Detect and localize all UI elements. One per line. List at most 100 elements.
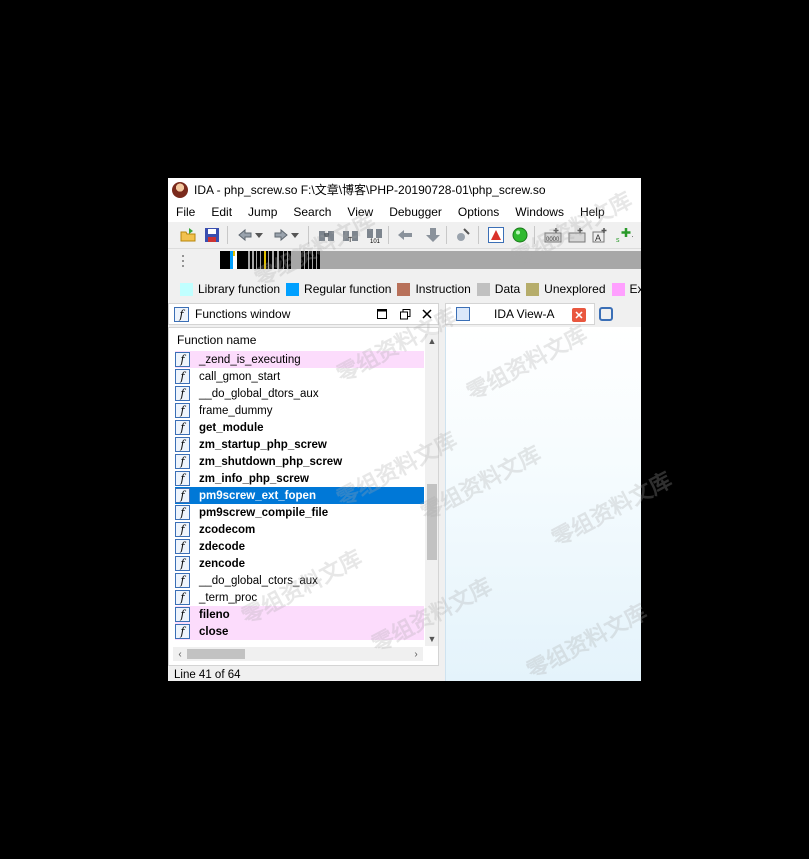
function-icon: f (175, 454, 190, 469)
window-title: IDA - php_screw.so F:\文章\博客\PHP-20190728… (194, 183, 546, 197)
function-icon: f (175, 573, 190, 588)
function-icon: f (175, 488, 190, 503)
list-item[interactable]: f get_module (175, 419, 424, 436)
run-icon[interactable] (511, 226, 529, 244)
horizontal-scrollbar[interactable]: ‹ › (173, 647, 423, 661)
open-icon[interactable] (179, 226, 197, 244)
hex-view-tab-icon[interactable] (599, 307, 613, 321)
functions-window-header[interactable]: f Functions window (168, 303, 439, 325)
add-code-icon[interactable]: 0000 (544, 226, 562, 244)
list-item[interactable]: f fileno (175, 606, 424, 623)
function-icon: f (175, 624, 190, 639)
maximize-icon[interactable] (375, 307, 389, 321)
list-item[interactable]: f call_gmon_start (175, 368, 424, 385)
scroll-down-icon[interactable]: ▼ (425, 632, 438, 646)
svg-text:0000: 0000 (546, 237, 560, 243)
menu-jump[interactable]: Jump (240, 205, 285, 219)
function-name: zm_info_php_screw (199, 472, 309, 485)
warning-icon[interactable] (487, 226, 505, 244)
add-struct-icon[interactable]: s (615, 226, 633, 244)
function-icon: f (175, 420, 190, 435)
close-icon[interactable] (420, 307, 434, 321)
jump-icon[interactable] (396, 226, 414, 244)
functions-window-title: Functions window (195, 307, 291, 321)
list-item[interactable]: f zm_info_php_screw (175, 470, 424, 487)
function-icon: f (175, 556, 190, 571)
menu-windows[interactable]: Windows (507, 205, 572, 219)
scroll-right-icon[interactable]: › (409, 647, 423, 661)
function-name: zencode (199, 557, 246, 570)
legend-instruction: Instruction (397, 282, 471, 296)
menu-help[interactable]: Help (572, 205, 613, 219)
back-dropdown-icon[interactable] (254, 226, 264, 244)
function-icon: f (175, 437, 190, 452)
close-tab-icon[interactable]: ✕ (572, 308, 586, 322)
binoculars-hex-icon[interactable]: 101 (366, 226, 384, 244)
list-item[interactable]: f pm9screw_compile_file (175, 504, 424, 521)
status-line: Line 41 of 64 (174, 669, 241, 681)
list-item[interactable]: f zencode (175, 555, 424, 572)
list-item[interactable]: f pm9screw_ext_fopen (175, 487, 424, 504)
function-name: call_gmon_start (199, 370, 281, 383)
debug-icon[interactable] (454, 226, 472, 244)
menu-file[interactable]: File (168, 205, 203, 219)
legend-regular-function: Regular function (286, 282, 391, 296)
function-name: __do_global_dtors_aux (199, 387, 319, 400)
menu-debugger[interactable]: Debugger (381, 205, 450, 219)
legend-data: Data (476, 282, 520, 296)
function-name: zm_startup_php_screw (199, 438, 327, 451)
add-data-icon[interactable] (568, 226, 586, 244)
list-item[interactable]: f _zend_is_executing (175, 351, 424, 368)
legend-unexplored: Unexplored (526, 282, 606, 296)
binoculars-icon[interactable] (318, 226, 336, 244)
list-item[interactable]: f _term_proc (175, 589, 424, 606)
function-icon: f (175, 369, 190, 384)
function-name: _zend_is_executing (199, 353, 301, 366)
add-string-icon[interactable]: A (592, 226, 610, 244)
toolbar: T 101 0000 A s (168, 222, 641, 249)
vertical-scrollbar[interactable]: ▲ ▼ (425, 334, 438, 646)
ida-window: IDA - php_screw.so F:\文章\博客\PHP-20190728… (168, 178, 641, 681)
list-item[interactable]: f __do_global_dtors_aux (175, 385, 424, 402)
function-name: close (199, 625, 229, 638)
function-icon: f (175, 471, 190, 486)
float-icon[interactable] (398, 307, 412, 321)
function-name: pm9screw_ext_fopen (199, 489, 316, 502)
list-item[interactable]: f zm_startup_php_screw (175, 436, 424, 453)
navigation-strip[interactable] (220, 251, 641, 269)
vertical-scroll-thumb[interactable] (427, 484, 437, 560)
drag-handle-icon[interactable] (180, 253, 186, 269)
forward-icon[interactable] (272, 226, 290, 244)
forward-dropdown-icon[interactable] (290, 226, 300, 244)
horizontal-scroll-thumb[interactable] (187, 649, 245, 659)
function-name: __do_global_ctors_aux (199, 574, 318, 587)
scroll-up-icon[interactable]: ▲ (425, 334, 438, 348)
menu-search[interactable]: Search (285, 205, 339, 219)
ida-view-tabs: IDA View-A ✕ (445, 303, 641, 325)
functions-list-panel: Function name f _zend_is_executing f call_g… (168, 327, 439, 666)
menu-edit[interactable]: Edit (203, 205, 240, 219)
down-arrow-icon[interactable] (424, 226, 442, 244)
svg-text:A: A (595, 233, 601, 243)
list-item[interactable]: f __do_global_ctors_aux (175, 572, 424, 589)
disassembly-icon (456, 307, 470, 321)
column-header-function-name[interactable]: Function name (177, 333, 256, 347)
scroll-left-icon[interactable]: ‹ (173, 647, 187, 661)
function-icon: f (174, 306, 189, 322)
ida-view-graph-area[interactable] (445, 327, 641, 681)
back-icon[interactable] (236, 226, 254, 244)
list-item[interactable]: f zm_shutdown_php_screw (175, 453, 424, 470)
pane-splitter[interactable] (440, 327, 444, 681)
list-item[interactable]: f close (175, 623, 424, 640)
function-list: f _zend_is_executing f call_gmon_start f __do… (175, 351, 424, 640)
list-item[interactable]: f zcodecom (175, 521, 424, 538)
function-icon: f (175, 386, 190, 401)
tab-ida-view-a[interactable]: IDA View-A ✕ (445, 303, 595, 325)
list-item[interactable]: f frame_dummy (175, 402, 424, 419)
menu-view[interactable]: View (339, 205, 381, 219)
list-item[interactable]: f zdecode (175, 538, 424, 555)
menu-options[interactable]: Options (450, 205, 507, 219)
save-icon[interactable] (203, 226, 221, 244)
binoculars-text-icon[interactable]: T (342, 226, 360, 244)
function-icon: f (175, 352, 190, 367)
